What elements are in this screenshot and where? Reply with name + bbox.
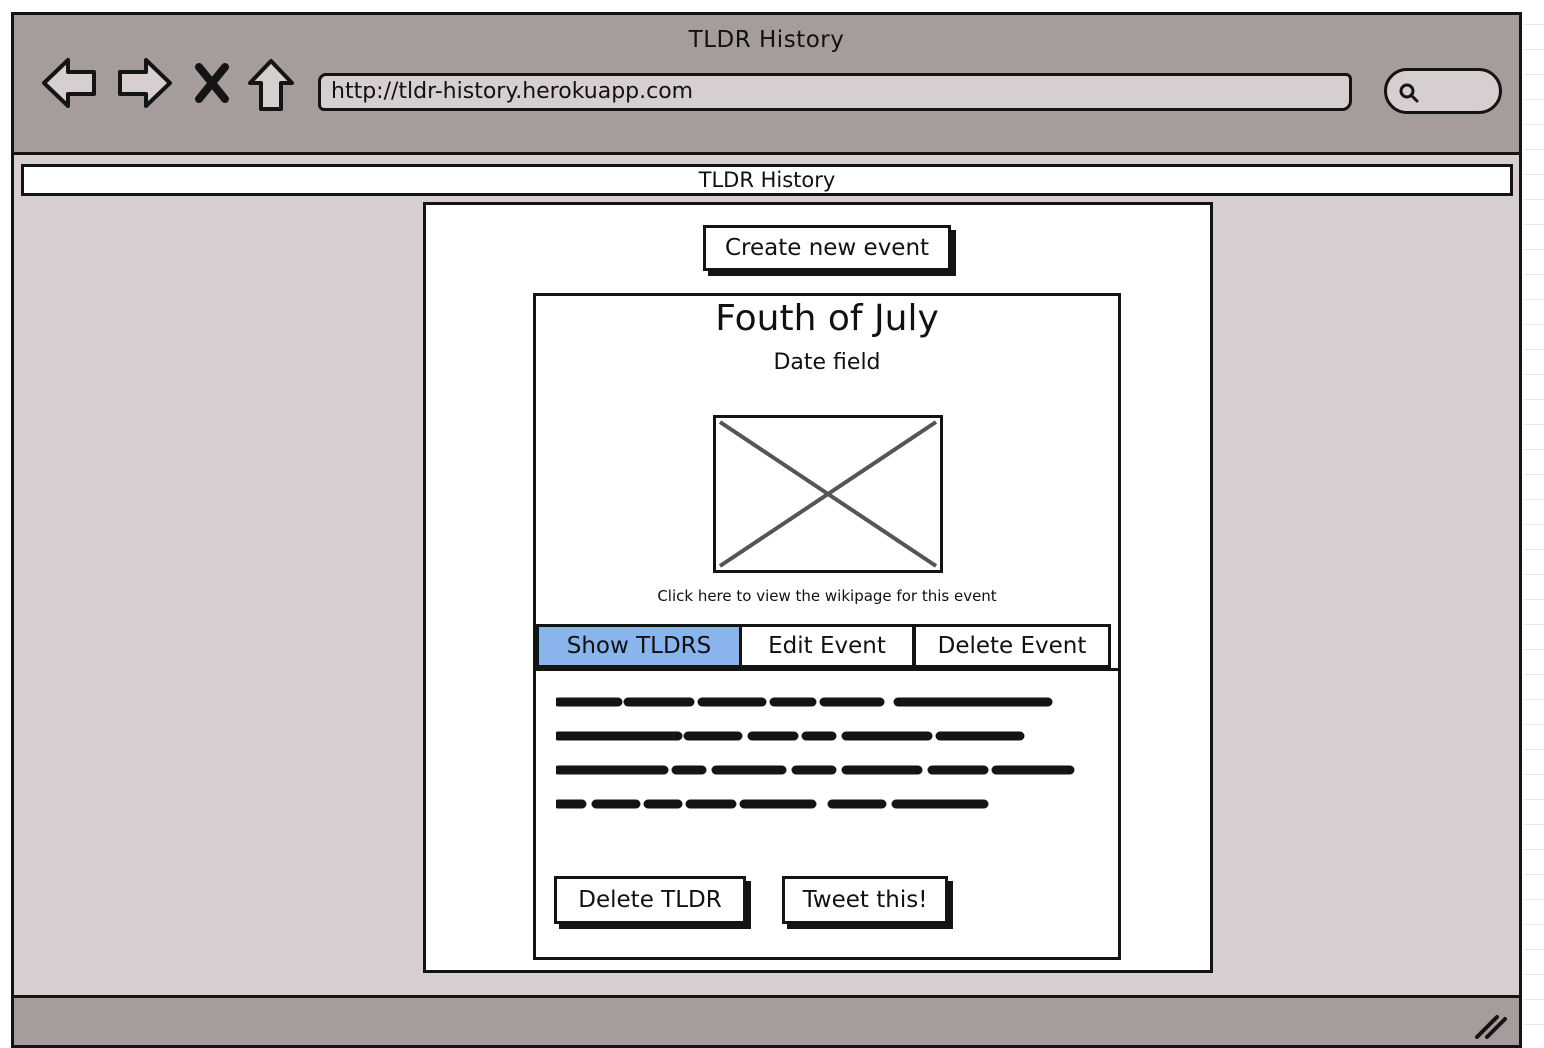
home-icon[interactable]: [246, 57, 296, 113]
tldr-text-scribble: [556, 697, 1075, 809]
status-bar: [14, 995, 1519, 1045]
resize-handle-icon[interactable]: [1473, 1013, 1507, 1039]
forward-arrow-icon[interactable]: [114, 55, 174, 111]
tab-panel-border: [536, 668, 1118, 671]
back-arrow-icon[interactable]: [40, 55, 100, 111]
tab-edit-event[interactable]: Edit Event: [739, 624, 915, 668]
event-tabs: Show TLDRS Edit Event Delete Event: [536, 624, 1118, 672]
wiki-link[interactable]: Click here to view the wikipage for this…: [536, 587, 1118, 605]
main-panel: Create new event Fouth of July Date fiel…: [423, 202, 1213, 973]
tab-show-tldrs[interactable]: Show TLDRS: [536, 624, 742, 668]
tweet-button[interactable]: Tweet this!: [782, 876, 948, 924]
search-icon: [1399, 83, 1419, 103]
tab-delete-event[interactable]: Delete Event: [913, 624, 1111, 668]
browser-window: TLDR History http://tldr-history.herokua…: [11, 12, 1522, 1048]
paper-background: [1524, 0, 1544, 1048]
url-input[interactable]: http://tldr-history.herokuapp.com: [318, 73, 1352, 111]
delete-tldr-button[interactable]: Delete TLDR: [554, 876, 746, 924]
app-header-title: TLDR History: [21, 164, 1513, 196]
browser-chrome: TLDR History http://tldr-history.herokua…: [14, 15, 1519, 155]
event-image-placeholder: [713, 415, 943, 573]
close-icon[interactable]: [194, 63, 230, 103]
event-title: Fouth of July: [715, 298, 939, 339]
image-placeholder-icon: [718, 420, 938, 568]
window-title: TLDR History: [688, 27, 845, 53]
browser-search-field[interactable]: [1384, 68, 1502, 114]
event-card: Fouth of July Date field Click here to v…: [533, 293, 1121, 960]
create-event-button[interactable]: Create new event: [703, 225, 951, 271]
event-date: Date field: [773, 350, 881, 375]
